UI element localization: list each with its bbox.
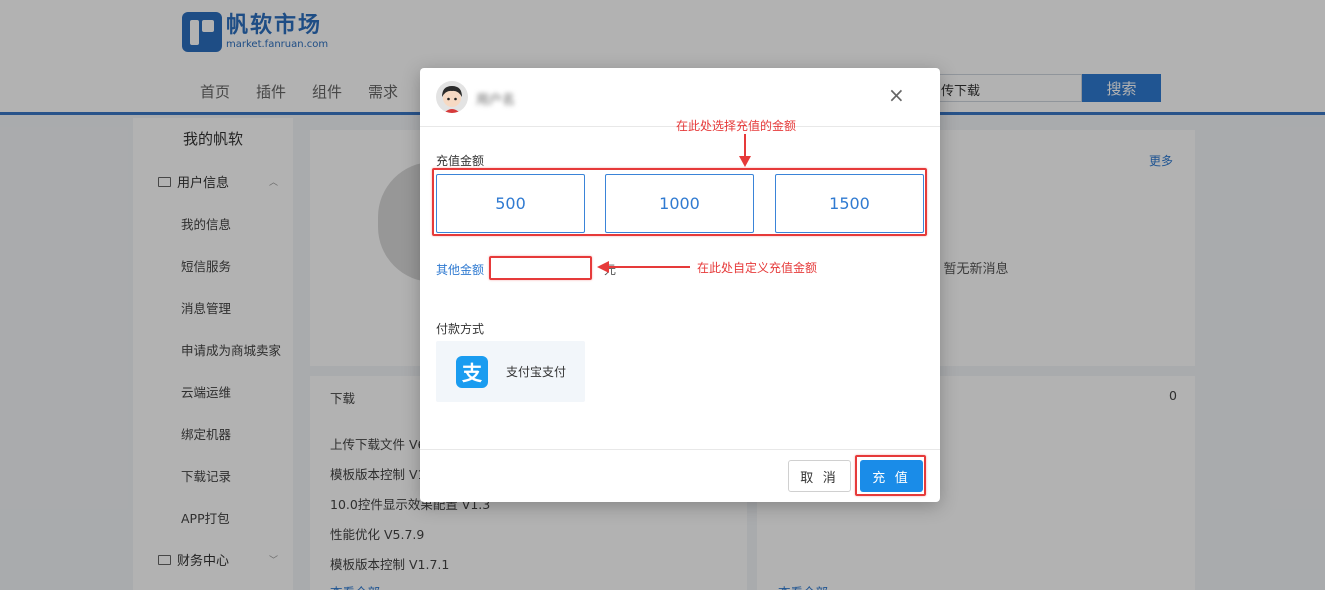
user-avatar [436, 81, 468, 113]
amount-label: 充值金额 [436, 154, 485, 168]
cancel-button[interactable]: 取 消 [788, 460, 851, 492]
other-amount-label: 其他金额 [436, 263, 485, 277]
annotation-custom-box [489, 256, 592, 280]
annotation-custom-amount: 在此处自定义充值金额 [697, 261, 818, 275]
alipay-label: 支付宝支付 [506, 365, 567, 379]
currency-unit: 元 [604, 263, 617, 277]
alipay-icon: 支 [456, 355, 488, 388]
alipay-option[interactable]: 支 支付宝支付 [436, 341, 585, 402]
annotation-amount-box [432, 168, 927, 236]
avatar-icon [442, 86, 462, 113]
annotation-select-amount: 在此处选择充值的金额 [676, 119, 797, 133]
payment-method-label: 付款方式 [436, 322, 485, 336]
username: 用户名 [476, 93, 516, 108]
annotation-charge-box [855, 455, 926, 496]
close-icon[interactable]: × [888, 84, 905, 106]
